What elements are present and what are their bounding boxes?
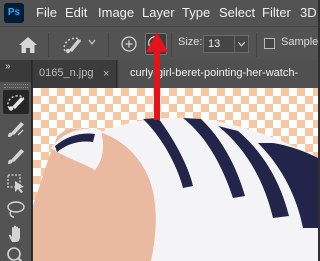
options-separator [48,33,49,57]
document-tab[interactable]: 0165_n.jpg × [33,60,117,88]
tab-label: 0165_n.jpg [39,67,94,79]
toolbar-header: » [0,60,32,82]
menu-type[interactable]: Type [182,0,210,26]
options-separator [256,33,257,57]
menu-3d[interactable]: 3D [300,0,317,26]
home-icon[interactable] [18,36,38,54]
quick-selection-tool-icon[interactable] [3,90,29,114]
quick-selection-preset-icon[interactable] [59,33,87,55]
chevron-down-icon[interactable] [234,36,248,52]
toolbar-grip[interactable] [4,84,28,88]
document-tab-bar: 0165_n.jpg × curly-girl-beret-pointing-h… [33,60,318,88]
collapse-toolbar-icon[interactable]: » [5,60,11,74]
size-label: Size: [178,36,203,48]
annotation-arrow-icon [146,32,168,120]
menu-edit[interactable]: Edit [65,0,87,26]
menu-image[interactable]: Image [98,0,134,26]
add-to-selection-icon[interactable] [118,33,140,55]
size-value[interactable]: 13 [208,38,220,50]
canvas[interactable] [33,88,318,261]
tools-panel [0,82,32,261]
close-tab-icon[interactable]: × [103,68,109,80]
lasso-icon[interactable] [3,198,29,222]
eraser-brush-icon[interactable] [3,144,29,168]
options-separator [171,33,172,57]
sample-all-layers-checkbox[interactable] [264,38,275,49]
menu-bar: Ps File Edit Image Layer Type Select Fil… [0,0,318,26]
menu-select[interactable]: Select [219,0,255,26]
brush-icon[interactable] [3,117,29,141]
photo-shoulder-striped-shirt [33,117,318,261]
size-input[interactable]: 13 [203,35,249,53]
rectangle-select-icon[interactable] [3,171,29,195]
photoshop-logo-icon[interactable]: Ps [4,3,24,23]
zoom-icon[interactable] [3,244,29,261]
hand-icon[interactable] [3,222,29,246]
menu-layer[interactable]: Layer [142,0,175,26]
options-separator [108,33,109,57]
menu-file[interactable]: File [36,0,57,26]
chevron-down-icon[interactable] [88,38,96,46]
menu-filter[interactable]: Filter [262,0,291,26]
sample-all-layers-label: Sample A [281,36,320,48]
